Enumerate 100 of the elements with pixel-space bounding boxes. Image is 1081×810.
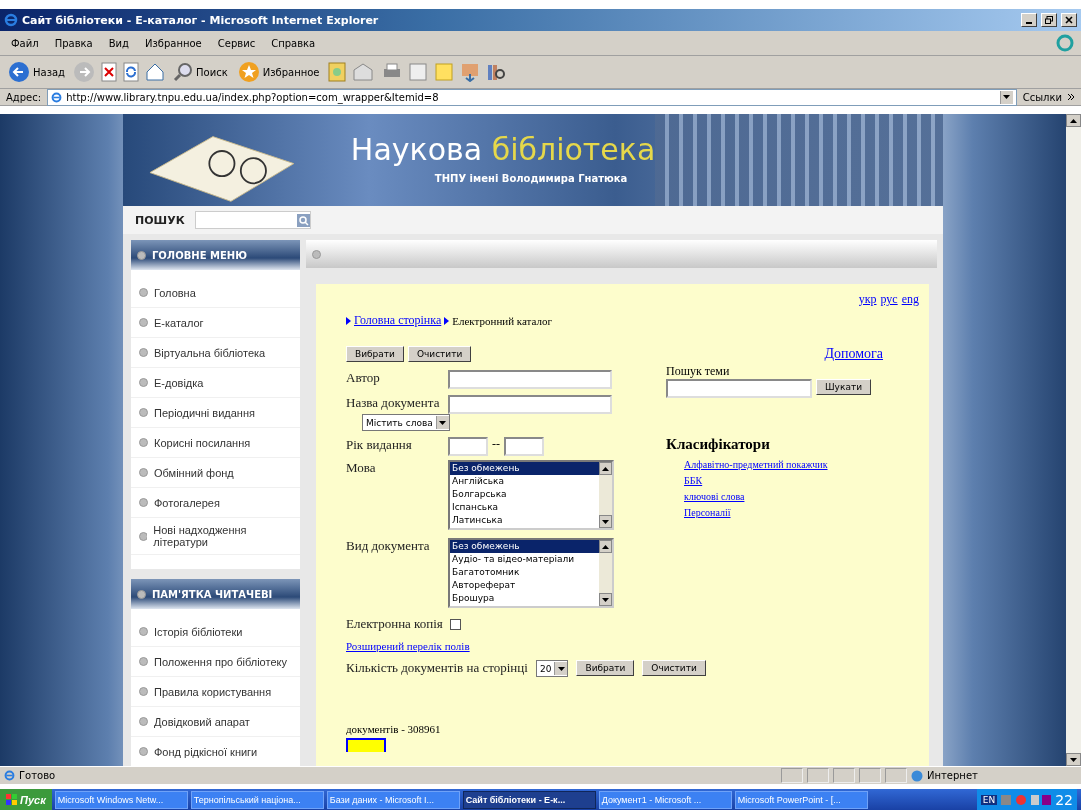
form-button[interactable]: Очистити bbox=[642, 660, 706, 676]
list-option[interactable]: Англійська bbox=[450, 475, 599, 488]
restore-button[interactable] bbox=[1041, 13, 1057, 27]
year-to-field[interactable] bbox=[504, 437, 544, 456]
sidebar-link[interactable]: Довідковий апарат bbox=[131, 707, 300, 737]
search-button[interactable]: Поиск bbox=[171, 62, 230, 82]
sidebar-link[interactable]: Обмінний фонд bbox=[131, 458, 300, 488]
menu-item[interactable]: Сервис bbox=[212, 37, 261, 49]
form-button[interactable]: Вибрати bbox=[576, 660, 635, 676]
form-button[interactable]: Вибрати bbox=[346, 346, 404, 362]
bullet-icon bbox=[312, 249, 321, 259]
form-button[interactable]: Очистити bbox=[407, 346, 472, 362]
sidebar-link[interactable]: Корисні посилання bbox=[131, 428, 300, 458]
list-option[interactable]: Багатотомник bbox=[450, 566, 599, 579]
back-button[interactable]: Назад bbox=[6, 61, 67, 83]
topic-search-label: Пошук теми bbox=[666, 364, 731, 379]
close-button[interactable] bbox=[1061, 13, 1077, 27]
language-link[interactable]: рус bbox=[880, 292, 898, 307]
document-count: документів - 308961 bbox=[346, 723, 441, 735]
extended-fields-link[interactable]: Розширений перелік полів bbox=[346, 640, 470, 652]
list-option[interactable]: Без обмежень bbox=[450, 540, 599, 553]
sidebar-link[interactable]: Віртуальна бібліотека bbox=[131, 338, 300, 368]
refresh-icon[interactable] bbox=[123, 62, 139, 82]
menu-item[interactable]: Правка bbox=[49, 37, 98, 49]
search-icon[interactable] bbox=[296, 213, 310, 227]
menu-item[interactable]: Вид bbox=[103, 37, 134, 49]
breadcrumb-link[interactable]: Головна сторінка bbox=[354, 313, 442, 328]
menu-item[interactable]: Файл bbox=[6, 37, 44, 49]
per-page-select[interactable]: 20 bbox=[536, 660, 569, 677]
scroll-up-button[interactable] bbox=[599, 462, 612, 475]
site-subtitle: ТНПУ імені Володимира Гнатюка bbox=[434, 173, 628, 184]
range-separator: -- bbox=[492, 437, 500, 452]
field-label: Кількість документів на сторінці bbox=[346, 660, 529, 676]
favorites-button[interactable]: Избранное bbox=[235, 61, 322, 83]
language-link[interactable]: eng bbox=[901, 292, 919, 307]
field-label: Електронна копія bbox=[346, 616, 444, 632]
list-option[interactable]: Аудіо- та відео-матеріали bbox=[450, 553, 599, 566]
bullet-icon bbox=[139, 717, 148, 726]
menu-item[interactable]: Справка bbox=[266, 37, 321, 49]
e-logo-icon bbox=[4, 13, 18, 27]
scroll-down-button[interactable] bbox=[599, 515, 612, 528]
address-label: Адрес: bbox=[6, 91, 42, 103]
language-link[interactable]: укр bbox=[858, 292, 877, 307]
minimize-button[interactable] bbox=[1021, 13, 1037, 27]
list-option[interactable]: Болгарська bbox=[450, 488, 599, 501]
list-option[interactable]: Автореферат bbox=[450, 579, 599, 592]
sidebar-link[interactable]: Нові надходження літератури bbox=[131, 518, 300, 555]
taskbar-button[interactable]: Microsoft PowerPoint - [... bbox=[734, 790, 868, 809]
title-field[interactable] bbox=[448, 395, 612, 414]
list-option[interactable]: Без обмежень bbox=[450, 462, 599, 475]
language-indicator[interactable]: EN bbox=[980, 794, 998, 805]
page-scrollbar[interactable] bbox=[1066, 114, 1081, 766]
status-panel bbox=[807, 768, 829, 783]
taskbar-button[interactable]: Документ1 - Microsoft ... bbox=[598, 790, 732, 809]
bullet-icon bbox=[139, 318, 148, 327]
stop-icon[interactable] bbox=[101, 62, 117, 82]
sidebar-link[interactable]: Головна bbox=[131, 278, 300, 308]
list-option[interactable]: Іспанська bbox=[450, 501, 599, 514]
bullet-icon bbox=[139, 288, 148, 297]
classifier-link[interactable]: ББК bbox=[684, 475, 919, 486]
field-label: Рік видання bbox=[346, 437, 413, 453]
scroll-down-button[interactable] bbox=[599, 593, 612, 606]
sidebar-link[interactable]: Історія бібліотеки bbox=[131, 617, 300, 647]
start-button[interactable]: Пуск bbox=[0, 789, 52, 810]
language-list[interactable]: Без обмежень Англійська Болгарська Іспанська Латинська bbox=[448, 460, 614, 530]
catalog-logo-icon bbox=[346, 738, 386, 752]
chevron-icon[interactable] bbox=[1068, 94, 1075, 100]
sidebar-link[interactable]: Фотогалерея bbox=[131, 488, 300, 518]
scroll-up-button[interactable] bbox=[599, 540, 612, 553]
classifier-link[interactable]: Персоналії bbox=[684, 507, 919, 518]
sidebar-link[interactable]: Е-довідка bbox=[131, 368, 300, 398]
menu-item[interactable]: Избранное bbox=[140, 37, 207, 49]
sidebar-link[interactable]: Правила користування bbox=[131, 677, 300, 707]
classifier-link[interactable]: Алфавітно-предметний покажчик bbox=[684, 459, 919, 470]
document-type-list[interactable]: Без обмежень Аудіо- та відео-матеріали Багатотомник Автореферат Брошура bbox=[448, 538, 614, 608]
taskbar-button[interactable]: Тернопільський націона... bbox=[190, 790, 324, 809]
checkbox[interactable] bbox=[450, 619, 461, 630]
list-option[interactable]: Брошура bbox=[450, 592, 599, 605]
links-label[interactable]: Ссылки bbox=[1022, 91, 1062, 103]
list-option[interactable]: Латинська bbox=[450, 514, 599, 527]
help-link[interactable]: Допомога bbox=[824, 346, 883, 362]
bullet-icon bbox=[139, 747, 148, 756]
topic-search-button[interactable]: Шукати bbox=[816, 379, 871, 395]
topic-search-field[interactable] bbox=[666, 379, 812, 398]
author-field[interactable] bbox=[448, 370, 612, 389]
year-from-field[interactable] bbox=[448, 437, 488, 456]
classifier-link[interactable]: ключові слова bbox=[684, 491, 919, 502]
taskbar-button[interactable]: Сайт бібліотеки - Е-к... bbox=[462, 790, 596, 809]
match-mode-select[interactable]: Містить слова bbox=[362, 414, 450, 431]
taskbar-button[interactable]: Microsoft Windows Netw... bbox=[54, 790, 188, 809]
down-arrow-icon bbox=[1070, 757, 1077, 762]
sidebar-link[interactable]: Е-каталог bbox=[131, 308, 300, 338]
scroll-up-button[interactable] bbox=[1066, 114, 1081, 127]
site-search-field[interactable] bbox=[194, 211, 311, 229]
sidebar-link[interactable]: Періодичні видання bbox=[131, 398, 300, 428]
scroll-down-button[interactable] bbox=[1066, 753, 1081, 766]
sidebar-link[interactable]: Положення про бібліотеку bbox=[131, 647, 300, 677]
dropdown-button[interactable] bbox=[999, 90, 1013, 104]
home-icon[interactable] bbox=[145, 62, 165, 82]
taskbar-button[interactable]: Бази даних - Microsoft I... bbox=[326, 790, 460, 809]
